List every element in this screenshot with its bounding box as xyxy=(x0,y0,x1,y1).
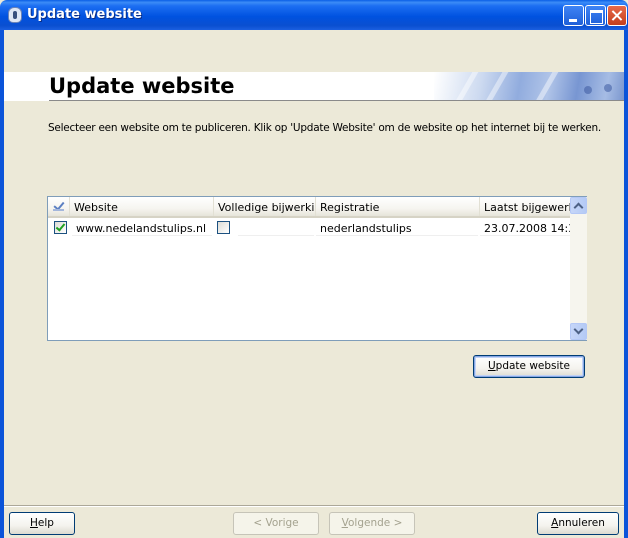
close-button[interactable] xyxy=(607,5,627,26)
app-icon[interactable] xyxy=(8,7,22,23)
column-header-registration[interactable]: Registratie xyxy=(316,197,480,216)
previous-button[interactable]: < Vorige xyxy=(233,512,319,535)
header-decoration xyxy=(434,72,624,101)
table-row[interactable]: www.nedelandstulips.nl nederlandstulips … xyxy=(48,220,570,236)
cell-last-updated: 23.07.2008 14:34: xyxy=(484,222,570,235)
instruction-text: Selecteer een website om te publiceren. … xyxy=(48,122,601,134)
footer-divider-highlight xyxy=(4,506,624,507)
check-all-icon xyxy=(53,200,65,212)
window-title: Update website xyxy=(27,7,142,22)
column-header-full-update[interactable]: Volledige bijwerking xyxy=(214,197,316,216)
page-title: Update website xyxy=(49,74,235,98)
cell-gridline xyxy=(480,235,570,236)
column-header-last-updated[interactable]: Laatst bijgewerkt xyxy=(480,197,570,216)
cancel-button[interactable]: Annuleren xyxy=(537,512,619,535)
help-button[interactable]: Help xyxy=(9,512,75,535)
chevron-up-icon xyxy=(573,202,584,213)
cell-website: www.nedelandstulips.nl xyxy=(76,222,207,235)
cell-registration: nederlandstulips xyxy=(320,222,412,235)
maximize-button[interactable] xyxy=(585,5,606,26)
row-select-checkbox[interactable] xyxy=(54,221,67,234)
next-button[interactable]: Volgende > xyxy=(329,512,415,535)
cell-gridline xyxy=(316,235,478,236)
cell-gridline xyxy=(72,235,212,236)
list-header: Website Volledige bijwerking Registratie… xyxy=(48,197,570,218)
header-divider xyxy=(49,100,624,101)
chevron-down-icon xyxy=(573,324,584,335)
update-website-button[interactable]: Update website xyxy=(473,355,585,378)
title-bar[interactable]: Update website xyxy=(0,0,628,30)
website-list[interactable]: Website Volledige bijwerking Registratie… xyxy=(47,196,587,341)
cell-gridline xyxy=(238,235,314,236)
column-header-website[interactable]: Website xyxy=(70,197,214,216)
scroll-down-button[interactable] xyxy=(570,323,587,340)
minimize-button[interactable] xyxy=(563,5,584,26)
window-frame-right xyxy=(624,30,628,538)
full-update-checkbox[interactable] xyxy=(217,221,230,234)
scroll-up-button[interactable] xyxy=(570,197,587,214)
vertical-scrollbar[interactable] xyxy=(570,197,587,340)
select-all-column[interactable] xyxy=(48,197,70,216)
